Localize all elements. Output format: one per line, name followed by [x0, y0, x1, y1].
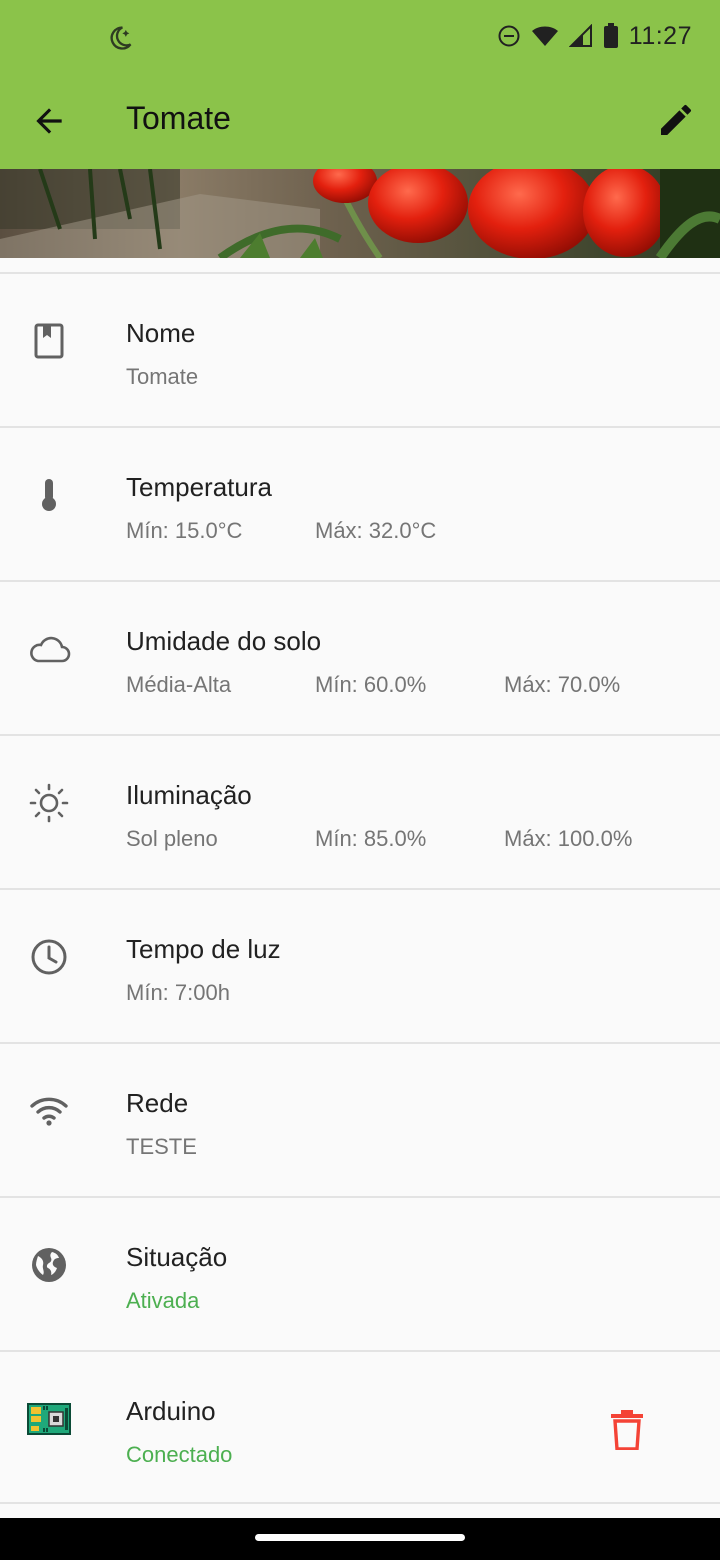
system-nav-bar [0, 1518, 720, 1560]
do-not-disturb-moon-icon [110, 26, 132, 50]
row-rede: Rede TESTE [0, 1042, 720, 1196]
temperature-min: Mín: 15.0°C [126, 518, 243, 543]
page-title: Tomate [126, 100, 231, 136]
dnd-icon [498, 25, 520, 47]
plant-detail-list: Nome Tomate Temperatura Mín: 15.0°C Máx:… [0, 272, 720, 1504]
app-bar: Tomate [0, 72, 720, 169]
light-min: Mín: 85.0% [315, 826, 427, 851]
row-label: Temperatura [126, 472, 272, 502]
plant-hero-image [0, 169, 720, 258]
signal-icon [568, 24, 592, 47]
temperature-max: Máx: 32.0°C [315, 518, 437, 543]
clock-icon [26, 934, 72, 980]
row-tempo-de-luz: Tempo de luz Mín: 7:00h [0, 888, 720, 1042]
status-time: 11:27 [628, 21, 692, 50]
row-label: Situação [126, 1242, 228, 1272]
row-label: Arduino [126, 1396, 216, 1426]
light-max: Máx: 100.0% [504, 826, 633, 851]
edit-pencil-icon[interactable] [656, 100, 696, 140]
status-bar: 11:27 [0, 0, 720, 72]
sun-icon [26, 780, 72, 826]
row-label: Rede [126, 1088, 189, 1118]
home-gesture-handle[interactable] [255, 1534, 465, 1541]
wifi-icon [26, 1088, 72, 1134]
row-label: Tempo de luz [126, 934, 281, 964]
row-label: Nome [126, 318, 196, 348]
trash-icon[interactable] [610, 1410, 644, 1450]
bookmark-icon [26, 318, 72, 364]
battery-icon [603, 23, 618, 48]
wifi-status-icon [531, 26, 558, 46]
row-nome: Nome Tomate [0, 272, 720, 426]
light-time-min: Mín: 7:00h [126, 980, 230, 1005]
thermometer-icon [26, 472, 72, 518]
arduino-status: Conectado [126, 1442, 233, 1467]
row-arduino: Arduino Conectado [0, 1350, 720, 1504]
row-label: Umidade do solo [126, 626, 322, 656]
row-situacao: Situação Ativada [0, 1196, 720, 1350]
row-umidade: Umidade do solo Média-Alta Mín: 60.0% Má… [0, 580, 720, 734]
globe-icon [26, 1242, 72, 1288]
row-iluminacao: Iluminação Sol pleno Mín: 85.0% Máx: 100… [0, 734, 720, 888]
cloud-icon [26, 626, 72, 672]
nome-value: Tomate [126, 364, 199, 389]
humidity-max: Máx: 70.0% [504, 672, 621, 697]
row-label: Iluminação [126, 780, 252, 810]
row-temperatura: Temperatura Mín: 15.0°C Máx: 32.0°C [0, 426, 720, 580]
status-value: Ativada [126, 1288, 200, 1313]
network-name: TESTE [126, 1134, 197, 1159]
arduino-board-icon [26, 1396, 72, 1442]
status-icons: 11:27 [497, 20, 692, 52]
humidity-min: Mín: 60.0% [315, 672, 427, 697]
back-arrow-icon[interactable] [30, 102, 68, 140]
humidity-level: Média-Alta [126, 672, 232, 697]
light-level: Sol pleno [126, 826, 218, 851]
